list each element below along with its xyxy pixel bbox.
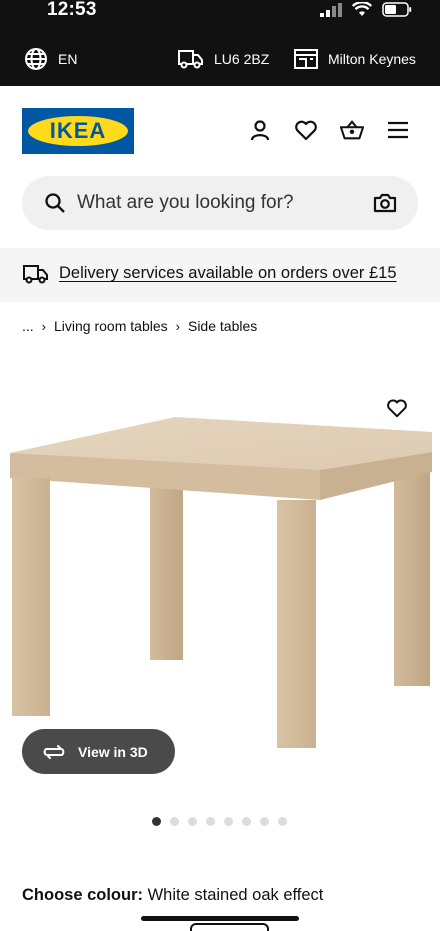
breadcrumb-ellipsis[interactable]: ...	[22, 318, 34, 334]
carousel-dot[interactable]	[152, 817, 161, 826]
postcode-selector[interactable]: LU6 2BZ	[178, 32, 269, 86]
header-icons	[248, 118, 410, 142]
product-image[interactable]	[0, 360, 440, 760]
store-label: Milton Keynes	[328, 51, 416, 67]
signal-icon	[320, 2, 342, 17]
wifi-icon	[352, 2, 372, 16]
carousel-dot[interactable]	[188, 817, 197, 826]
carousel-dot[interactable]	[224, 817, 233, 826]
rotate-3d-icon	[42, 744, 66, 760]
carousel-dot[interactable]	[278, 817, 287, 826]
status-time: 12:53	[47, 0, 97, 20]
store-icon	[294, 49, 318, 69]
breadcrumb: ... › Living room tables › Side tables	[22, 318, 257, 334]
favourite-heart-icon[interactable]	[386, 398, 408, 418]
store-selector[interactable]: Milton Keynes	[294, 32, 416, 86]
heart-icon[interactable]	[294, 118, 318, 142]
search-icon	[45, 193, 65, 213]
delivery-banner: Delivery services available on orders ov…	[0, 248, 440, 302]
top-bar: EN LU6 2BZ Milton Keynes	[0, 32, 440, 86]
battery-icon	[382, 2, 412, 17]
carousel-dot[interactable]	[242, 817, 251, 826]
chevron-right-icon: ›	[41, 318, 47, 334]
basket-icon[interactable]	[340, 118, 364, 142]
choose-colour-value: White stained oak effect	[147, 886, 324, 904]
camera-icon[interactable]	[373, 192, 397, 214]
status-bar: 12:53	[0, 0, 440, 32]
chevron-right-icon: ›	[175, 318, 180, 334]
person-icon[interactable]	[248, 118, 272, 142]
postcode-label: LU6 2BZ	[214, 51, 270, 67]
language-selector[interactable]: EN	[24, 32, 77, 86]
search-input[interactable]	[77, 176, 357, 230]
ikea-logo[interactable]: IKEA	[22, 108, 134, 154]
view-in-3d-label: View in 3D	[78, 743, 148, 760]
delivery-truck-icon	[178, 50, 203, 69]
breadcrumb-item-living-room-tables[interactable]: Living room tables	[54, 318, 168, 334]
menu-icon[interactable]	[386, 118, 410, 142]
globe-icon	[25, 48, 47, 70]
carousel-dot[interactable]	[260, 817, 269, 826]
delivery-services-link[interactable]: Delivery services available on orders ov…	[59, 264, 397, 283]
next-section-peek	[190, 923, 269, 931]
view-in-3d-button[interactable]: View in 3D	[22, 729, 175, 774]
image-carousel-dots	[152, 817, 287, 826]
status-icons	[320, 2, 412, 17]
ikea-logo-text: IKEA	[28, 116, 128, 146]
search-bar	[22, 176, 418, 230]
delivery-truck-icon	[23, 265, 48, 284]
language-label: EN	[58, 51, 78, 67]
breadcrumb-item-side-tables[interactable]: Side tables	[188, 318, 257, 334]
choose-colour-label: Choose colour:	[22, 886, 148, 904]
header: IKEA	[0, 86, 440, 176]
choose-colour[interactable]: Choose colour: White stained oak effect	[22, 886, 323, 905]
carousel-dot[interactable]	[170, 817, 179, 826]
carousel-dot[interactable]	[206, 817, 215, 826]
home-indicator[interactable]	[141, 916, 299, 921]
